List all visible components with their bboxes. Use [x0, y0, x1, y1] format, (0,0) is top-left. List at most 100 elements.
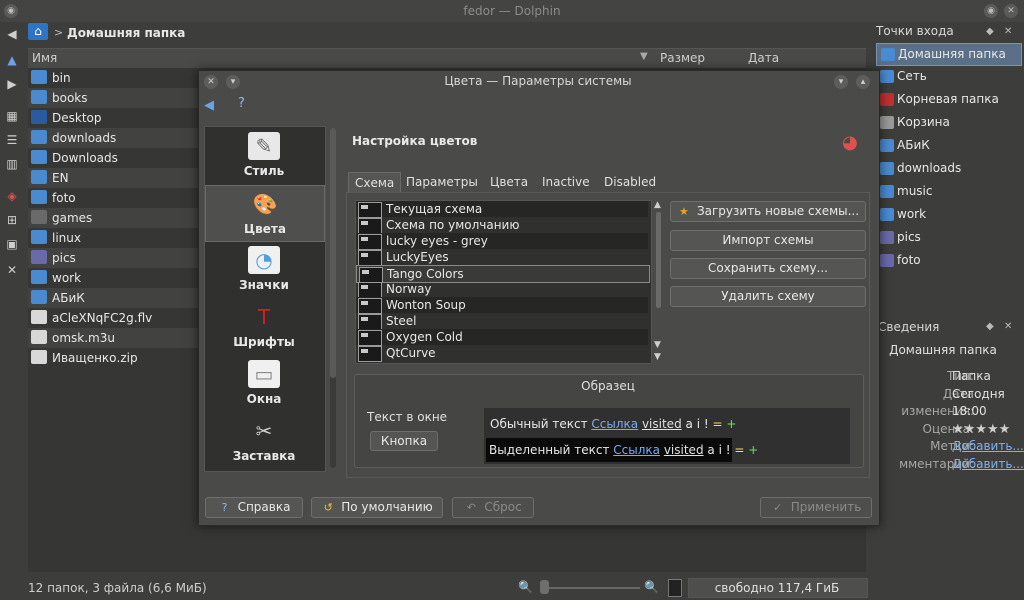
info-link[interactable]: Добавить...: [952, 439, 1024, 453]
scheme-scroll-end-icon[interactable]: ▼: [654, 352, 661, 362]
category-item[interactable]: T Шрифты: [205, 299, 323, 354]
icons-view-icon[interactable]: ▦: [4, 108, 20, 124]
apply-button[interactable]: ✓ Применить: [760, 497, 872, 518]
place-label: Корневая папка: [897, 92, 999, 106]
category-label: Цвета: [244, 222, 286, 236]
place-label: pics: [897, 230, 921, 244]
breadcrumb-home[interactable]: Домашняя папка: [67, 26, 185, 40]
forward-icon[interactable]: ▶: [4, 76, 20, 92]
file-icon: [31, 110, 47, 124]
scheme-action-button[interactable]: ★ Загрузить новые схемы...: [670, 201, 866, 222]
info-float-icon[interactable]: ◆: [986, 321, 994, 332]
sample-button[interactable]: Кнопка: [370, 431, 438, 451]
split-icon[interactable]: ⊞: [4, 212, 20, 228]
scheme-preview: [358, 314, 382, 330]
place-item[interactable]: music: [876, 181, 1020, 202]
scheme-item[interactable]: Wonton Soup: [356, 297, 648, 314]
scheme-name: LuckyEyes: [386, 250, 449, 264]
home-icon[interactable]: ⌂: [28, 23, 48, 40]
places-float-icon[interactable]: ◆: [986, 26, 994, 37]
dialog-minimize-icon[interactable]: ▾: [834, 75, 848, 89]
category-scrollbar-thumb[interactable]: [330, 128, 336, 378]
scheme-item[interactable]: Oxygen Cold: [356, 329, 648, 346]
place-icon: [880, 208, 894, 221]
place-icon: [880, 254, 894, 267]
up-icon[interactable]: ▲: [4, 52, 20, 68]
file-name: bin: [52, 71, 71, 85]
place-item[interactable]: pics: [876, 227, 1020, 248]
category-item[interactable]: ◔ Значки: [205, 242, 323, 297]
place-item[interactable]: foto: [876, 250, 1020, 271]
scheme-scroll-up-icon[interactable]: ▲: [654, 200, 661, 210]
file-name: foto: [52, 191, 76, 205]
scheme-scrollbar-thumb[interactable]: [656, 212, 661, 308]
sample-visited[interactable]: visited: [642, 417, 682, 431]
place-item[interactable]: work: [876, 204, 1020, 225]
minimize-icon[interactable]: ◉: [984, 4, 998, 18]
info-value: ★★★★★: [952, 421, 1011, 437]
zoom-slider-handle[interactable]: [540, 580, 549, 594]
file-name: Downloads: [52, 151, 118, 165]
category-item[interactable]: ✂ Заставка: [205, 413, 323, 468]
tab-item[interactable]: Параметры: [400, 172, 484, 192]
sample-link[interactable]: Ссылка: [591, 417, 638, 431]
category-item[interactable]: ✎ Стиль: [205, 128, 323, 183]
info-link[interactable]: Добавить...: [952, 457, 1024, 471]
scheme-item[interactable]: QtCurve: [356, 345, 648, 362]
file-name: aCleXNqFC2g.flv: [52, 311, 153, 325]
scheme-action-button[interactable]: Сохранить схему...: [670, 258, 866, 279]
category-item[interactable]: 🎨 Цвета: [205, 185, 325, 242]
scheme-name: Схема по умолчанию: [386, 218, 520, 232]
places-close-icon[interactable]: ✕: [1004, 26, 1012, 37]
info-heading: Домашняя папка: [889, 343, 997, 357]
sample-selected-visited[interactable]: visited: [664, 443, 704, 457]
scheme-action-button[interactable]: Удалить схему: [670, 286, 866, 307]
scheme-item[interactable]: Norway: [356, 281, 648, 298]
sample-selected-text: Выделенный текст: [489, 443, 610, 457]
status-summary: 12 папок, 3 файла (6,6 МиБ): [28, 581, 207, 595]
columns-view-icon[interactable]: ▥: [4, 156, 20, 172]
close-icon[interactable]: ✕: [1004, 4, 1018, 18]
place-item[interactable]: Корзина: [876, 112, 1020, 133]
dialog-help-icon[interactable]: ?: [238, 96, 245, 111]
zoom-in-icon[interactable]: 🔍: [644, 580, 659, 594]
back-icon[interactable]: ◀: [4, 26, 20, 42]
tab-item[interactable]: Схема: [348, 172, 402, 193]
help-button[interactable]: ? Справка: [205, 497, 303, 518]
preview-icon[interactable]: ◈: [4, 188, 20, 204]
sample-selected-link[interactable]: Ссылка: [613, 443, 660, 457]
terminal-icon[interactable]: ▣: [4, 236, 20, 252]
category-item[interactable]: ▭ Окна: [205, 356, 323, 411]
place-item[interactable]: Домашняя папка: [876, 43, 1022, 66]
scheme-scroll-down-icon[interactable]: ▼: [654, 340, 661, 350]
dialog-back-icon[interactable]: ◀: [204, 98, 214, 113]
details-view-icon[interactable]: ☰: [4, 132, 20, 148]
zoom-slider[interactable]: [540, 587, 640, 589]
scheme-item[interactable]: Текущая схема: [356, 201, 648, 218]
tab-item[interactable]: Inactive: [536, 172, 596, 192]
breadcrumb-separator: >: [54, 26, 64, 39]
scheme-action-button[interactable]: Импорт схемы: [670, 230, 866, 251]
reset-button[interactable]: ↶ Сброс: [452, 497, 534, 518]
zoom-out-icon[interactable]: 🔍: [518, 580, 533, 594]
column-size[interactable]: Размер: [660, 51, 705, 65]
help-label: Справка: [237, 500, 291, 514]
scheme-item[interactable]: lucky eyes - grey: [356, 233, 648, 250]
place-item[interactable]: Сеть: [876, 66, 1020, 87]
file-icon: [31, 150, 47, 164]
column-date[interactable]: Дата: [748, 51, 779, 65]
place-item[interactable]: Корневая папка: [876, 89, 1020, 110]
dialog-maximize-icon[interactable]: ▴: [856, 75, 870, 89]
defaults-button[interactable]: ↺ По умолчанию: [311, 497, 443, 518]
tab-item[interactable]: Disabled: [598, 172, 662, 192]
scheme-item[interactable]: LuckyEyes: [356, 249, 648, 266]
tab-item[interactable]: Цвета: [484, 172, 534, 192]
scheme-item[interactable]: Схема по умолчанию: [356, 217, 648, 234]
place-item[interactable]: downloads: [876, 158, 1020, 179]
column-name[interactable]: Имя: [32, 51, 57, 65]
settings-icon[interactable]: ✕: [4, 262, 20, 278]
info-close-icon[interactable]: ✕: [1004, 321, 1012, 332]
place-item[interactable]: АБиК: [876, 135, 1020, 156]
scheme-item[interactable]: Steel: [356, 313, 648, 330]
place-label: Домашняя папка: [898, 47, 1006, 61]
